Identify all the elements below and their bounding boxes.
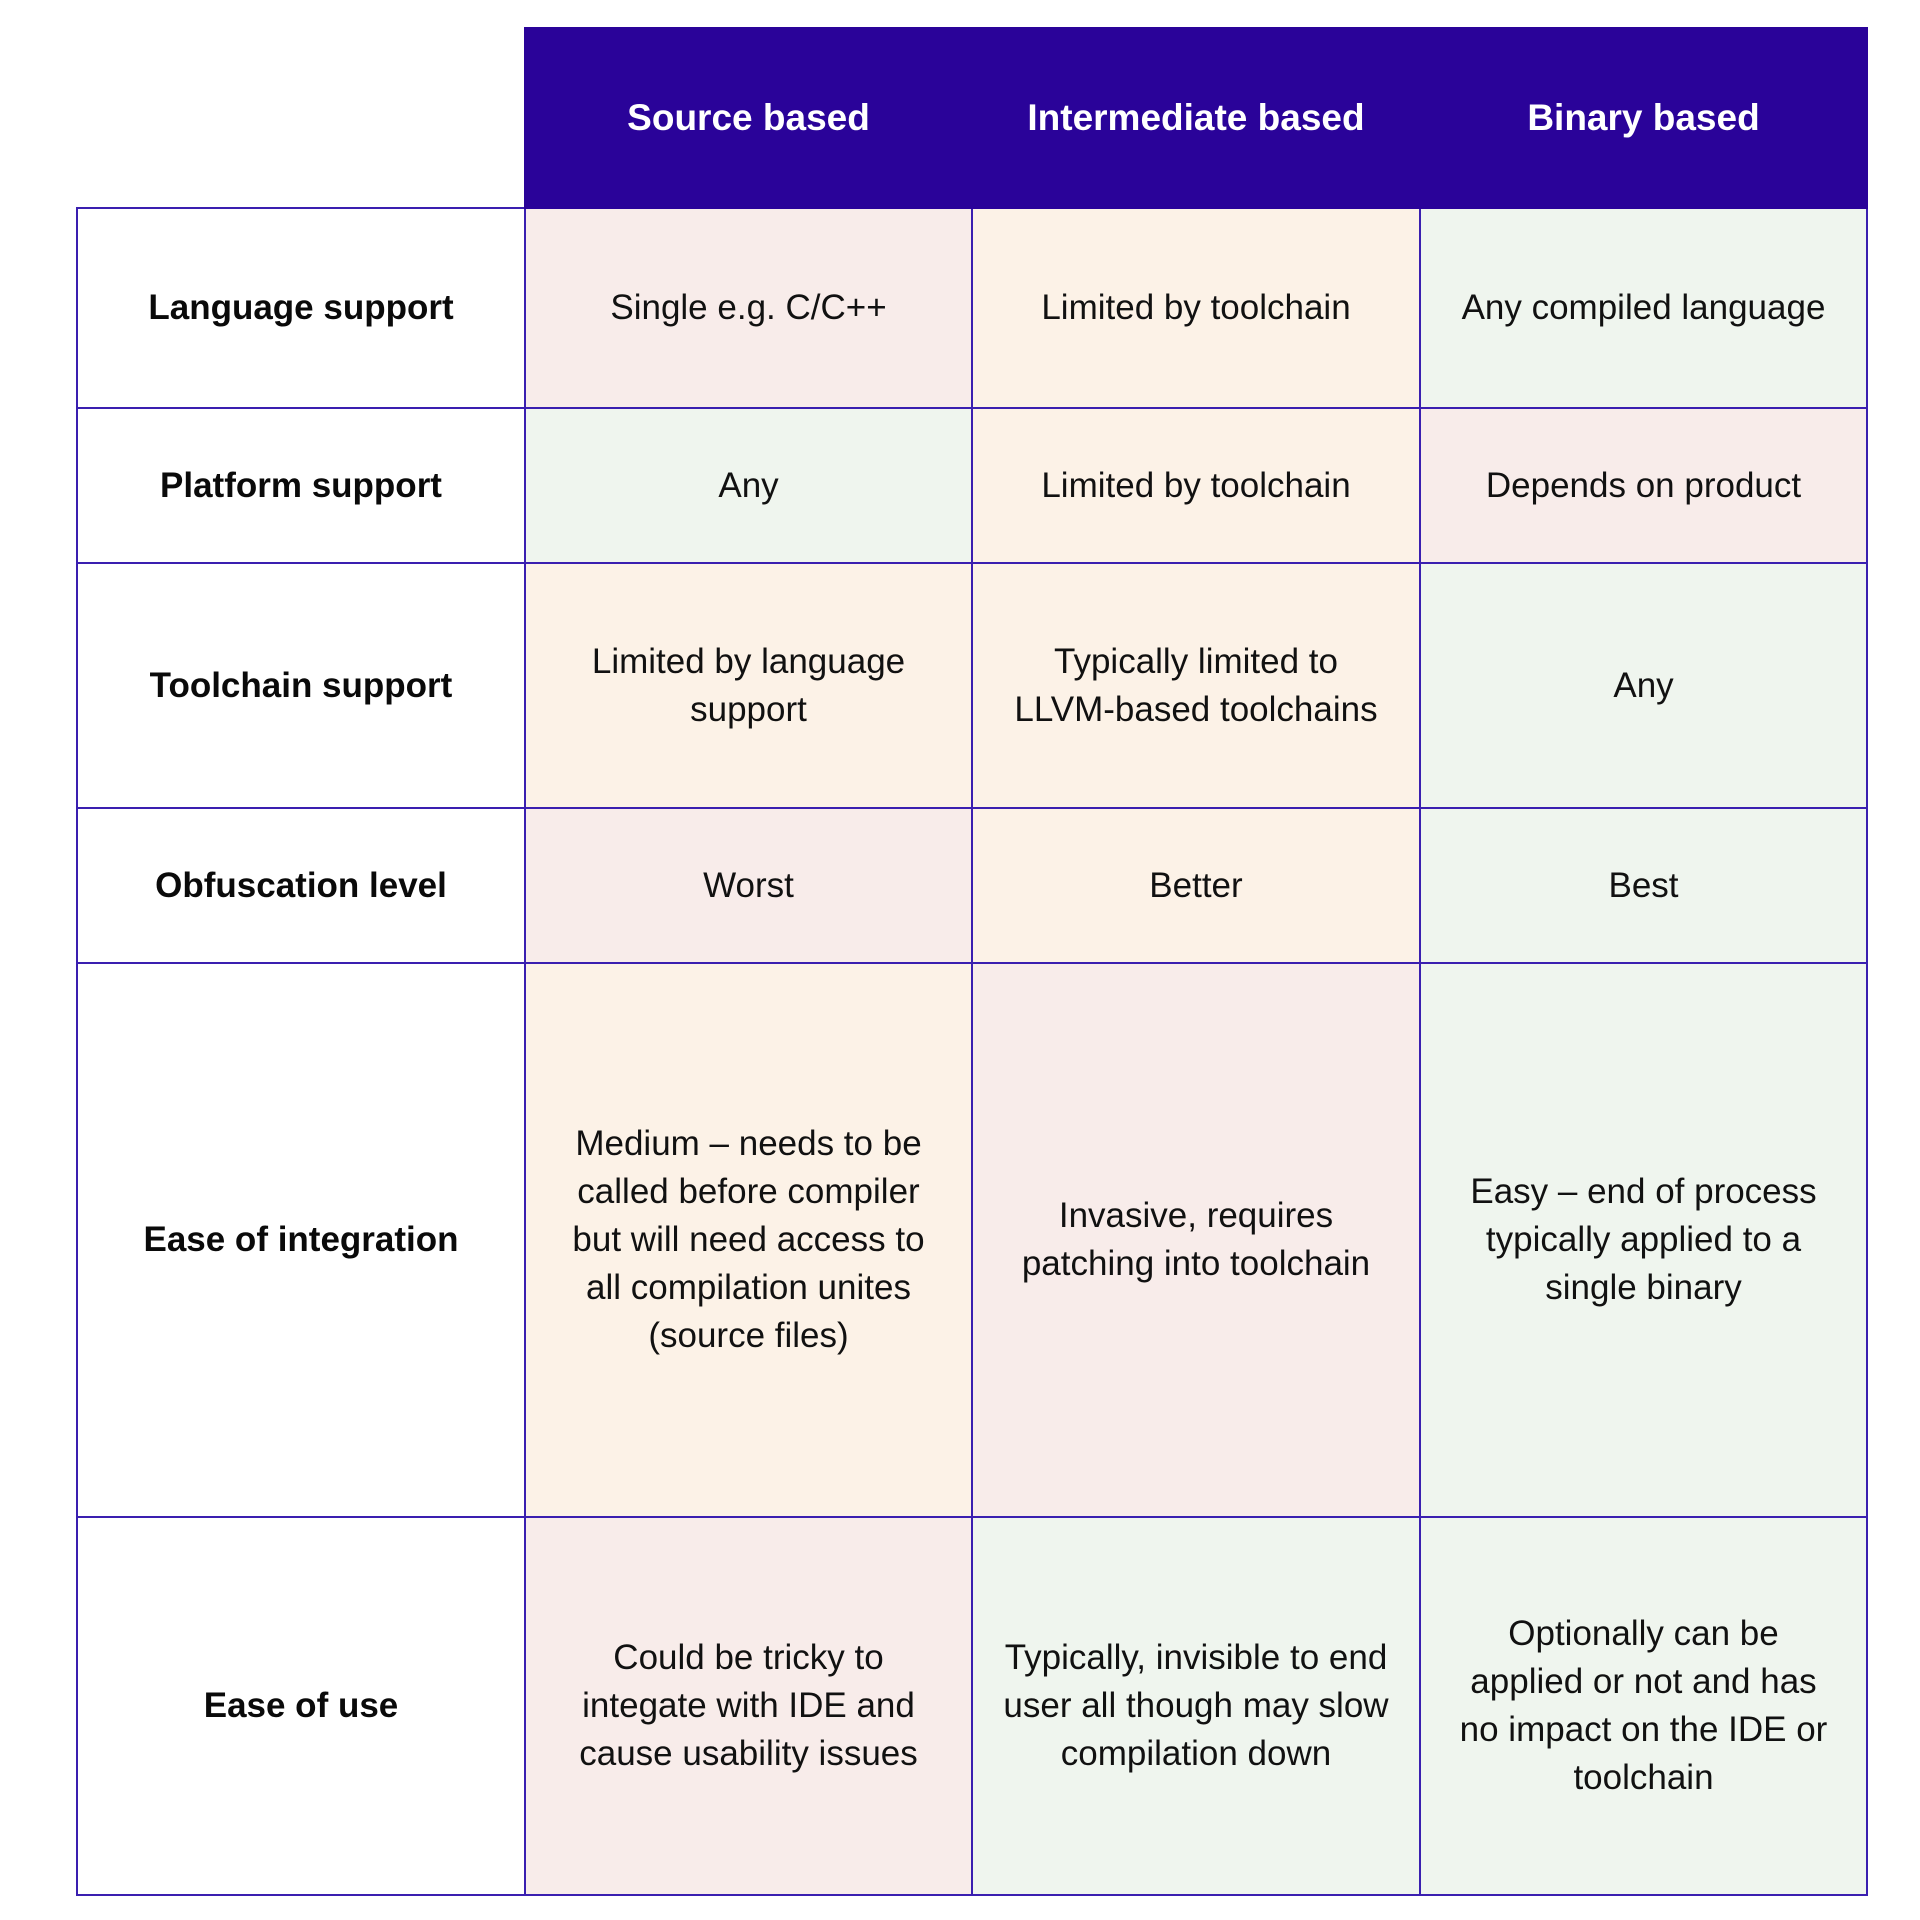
table-cell: Typically, invisible to end user all tho… — [971, 1516, 1421, 1896]
table-cell: Optionally can be applied or not and has… — [1419, 1516, 1868, 1896]
row-header: Toolchain support — [76, 562, 526, 809]
table-cell: Any — [524, 407, 973, 564]
table-cell: Limited by language support — [524, 562, 973, 809]
table-cell: Single e.g. C/C++ — [524, 207, 973, 409]
table-cell: Better — [971, 807, 1421, 964]
header-row: Source based Intermediate based Binary b… — [77, 27, 1868, 209]
table-row: Toolchain support Limited by language su… — [76, 562, 1868, 809]
table-row: Obfuscation level Worst Better Best — [76, 807, 1868, 964]
table-row: Language support Single e.g. C/C++ Limit… — [76, 207, 1868, 409]
row-header: Obfuscation level — [76, 807, 526, 964]
table-cell: Medium – needs to be called before compi… — [524, 962, 973, 1518]
row-header: Ease of use — [76, 1516, 526, 1896]
table-row: Ease of use Could be tricky to integate … — [76, 1516, 1868, 1896]
column-header-binary: Binary based — [1419, 27, 1868, 209]
table-cell: Invasive, requires patching into toolcha… — [971, 962, 1421, 1518]
row-header: Ease of integration — [76, 962, 526, 1518]
table-cell: Typically limited to LLVM-based toolchai… — [971, 562, 1421, 809]
table-cell: Any — [1419, 562, 1868, 809]
table-cell: Limited by toolchain — [971, 407, 1421, 564]
corner-cell — [77, 28, 525, 208]
table-cell: Could be tricky to integate with IDE and… — [524, 1516, 973, 1896]
comparison-table: Source based Intermediate based Binary b… — [76, 27, 1868, 1896]
table-cell: Best — [1419, 807, 1868, 964]
column-header-intermediate: Intermediate based — [971, 27, 1421, 209]
table-cell: Worst — [524, 807, 973, 964]
table-cell: Easy – end of process typically applied … — [1419, 962, 1868, 1518]
table-cell: Limited by toolchain — [971, 207, 1421, 409]
row-header: Platform support — [76, 407, 526, 564]
table-row: Platform support Any Limited by toolchai… — [76, 407, 1868, 564]
table-row: Ease of integration Medium – needs to be… — [76, 962, 1868, 1518]
row-header: Language support — [76, 207, 526, 409]
table-cell: Depends on product — [1419, 407, 1868, 564]
column-header-source: Source based — [524, 27, 973, 209]
table-cell: Any compiled language — [1419, 207, 1868, 409]
